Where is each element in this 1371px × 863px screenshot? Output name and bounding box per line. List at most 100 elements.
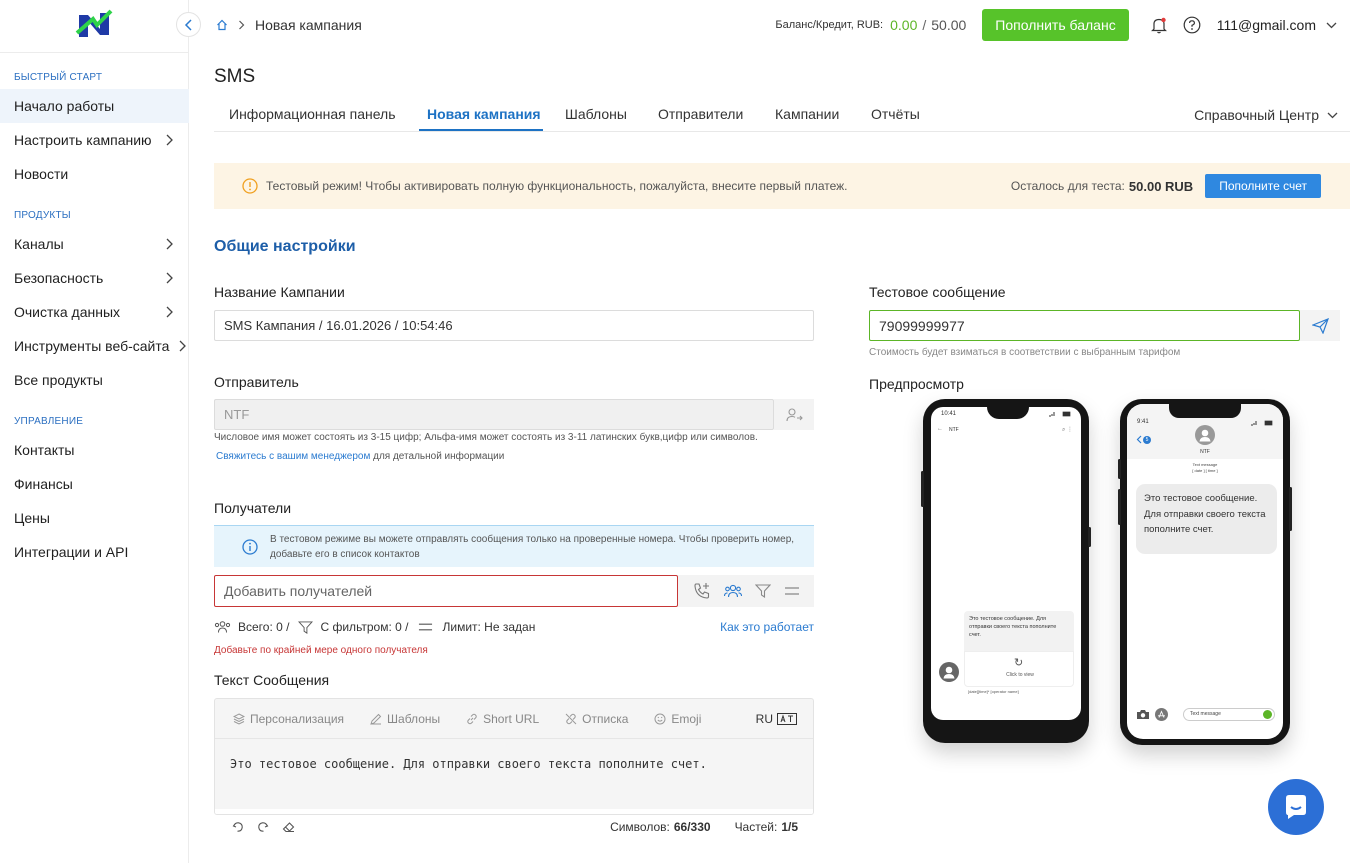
contacts-group-icon[interactable] (723, 583, 742, 599)
test-cost-hint: Стоимость будет взиматься в соответствии… (869, 347, 1181, 358)
sender-input[interactable]: NTF (214, 399, 774, 430)
recipients-input[interactable]: Добавить получателей (214, 575, 678, 607)
send-icon (1263, 710, 1272, 719)
short-url-button[interactable]: Short URL (466, 712, 539, 726)
sidebar-item-prices[interactable]: Цены (0, 501, 189, 535)
topup-account-button[interactable]: Пополните счет (1205, 174, 1321, 198)
bell-icon[interactable] (1150, 17, 1167, 34)
test-message-label: Тестовое сообщение (869, 284, 1006, 300)
avatar (1195, 425, 1215, 445)
balance-label: Баланс/Кредит, RUB: (775, 19, 884, 31)
status-icons (1049, 411, 1071, 417)
remaining-label: Осталось для теста: (1010, 179, 1125, 193)
avatar (939, 662, 959, 682)
android-bubble: Это тестовое сообщение. Для отправки сво… (964, 611, 1074, 655)
message-editor: Персонализация Шаблоны Short URL Отписка… (214, 698, 814, 815)
chevron-right-icon (165, 306, 173, 318)
chevron-down-icon (1326, 22, 1337, 28)
ios-back-button: 5 (1136, 435, 1151, 444)
sidebar-item-finance[interactable]: Финансы (0, 467, 189, 501)
message-textarea[interactable]: Это тестовое сообщение. Для отправки сво… (230, 757, 707, 771)
how-it-works-link[interactable]: Как это работает (720, 620, 814, 634)
section-manage: УПРАВЛЕНИЕ (14, 416, 84, 427)
remaining-amount: 50.00 RUB (1128, 178, 1194, 194)
section-products: ПРОДУКТЫ (14, 210, 71, 221)
translate-icon (777, 712, 797, 725)
chat-icon (1268, 779, 1324, 835)
phone-add-icon[interactable] (693, 582, 711, 600)
message-label: Текст Сообщения (214, 672, 330, 688)
logo-icon[interactable] (73, 5, 115, 43)
chevron-left-icon (184, 18, 192, 31)
sidebar-collapse-button[interactable] (176, 12, 201, 37)
active-tab-indicator (419, 129, 543, 131)
limit-icon[interactable] (784, 586, 800, 596)
redo-icon[interactable] (257, 821, 269, 833)
chevron-right-icon (165, 238, 173, 250)
appstore-icon (1155, 708, 1168, 721)
sidebar-item-channels[interactable]: Каналы (0, 227, 189, 261)
unsubscribe-button[interactable]: Отписка (565, 712, 628, 726)
sidebar-item-all-products[interactable]: Все продукты (0, 363, 189, 397)
sidebar: БЫСТРЫЙ СТАРТ Начало работы Настроить ка… (0, 0, 189, 863)
android-phone-preview: 10:41 ← NTF ⌕ ⋮ Это тестовое сообщение. … (921, 399, 1091, 743)
tab-reports[interactable]: Отчёты (871, 106, 920, 122)
sidebar-item-website-tools[interactable]: Инструменты веб-сайта (0, 329, 189, 363)
camera-icon (1136, 709, 1150, 720)
tab-templates[interactable]: Шаблоны (565, 106, 627, 122)
recipients-label: Получатели (214, 500, 292, 516)
tab-campaigns[interactable]: Кампании (775, 106, 839, 122)
chevron-right-icon (165, 272, 173, 284)
emoji-button[interactable]: Emoji (654, 712, 701, 726)
personalization-button[interactable]: Персонализация (233, 712, 344, 726)
test-mode-banner: Тестовый режим! Чтобы активировать полну… (214, 163, 1350, 209)
tabs-bar: Информационная панель Новая кампания Шаб… (214, 100, 1350, 132)
tab-senders[interactable]: Отправители (658, 106, 743, 122)
sender-hint: Числовое имя может состоять из 3-15 цифр… (214, 432, 758, 443)
campaign-name-label: Название Кампании (214, 284, 345, 300)
tab-new-campaign[interactable]: Новая кампания (427, 106, 541, 122)
sidebar-item-news[interactable]: Новости (0, 157, 189, 191)
send-test-button[interactable] (1300, 310, 1340, 341)
sidebar-item-security[interactable]: Безопасность (0, 261, 189, 295)
help-center-dropdown[interactable]: Справочный Центр (1194, 107, 1338, 123)
parts-value: 1/5 (781, 820, 798, 834)
filter-icon[interactable] (754, 584, 771, 598)
recipients-error: Добавьте по крайней мере одного получате… (214, 645, 428, 656)
android-click-to-view: Click to view (1006, 672, 1034, 678)
help-icon[interactable] (1183, 16, 1201, 34)
balance-value: 0.00 (890, 17, 918, 33)
sidebar-item-setup-campaign[interactable]: Настроить кампанию (0, 123, 189, 157)
sidebar-item-integrations[interactable]: Интеграции и API (0, 535, 189, 569)
campaign-name-input[interactable]: SMS Кампания / 16.01.2026 / 10:54:46 (214, 310, 814, 341)
users-icon (214, 621, 231, 633)
android-time: 10:41 (941, 411, 957, 417)
chat-widget-button[interactable] (1267, 778, 1325, 836)
unlink-icon (565, 713, 577, 724)
link-icon (467, 713, 477, 724)
topup-balance-button[interactable]: Пополнить баланс (982, 9, 1129, 41)
sidebar-item-data-cleaning[interactable]: Очистка данных (0, 295, 189, 329)
templates-button[interactable]: Шаблоны (370, 712, 440, 726)
section-quick-start: БЫСТРЫЙ СТАРТ (14, 72, 103, 83)
user-menu[interactable]: 111@gmail.com (1217, 17, 1337, 33)
home-icon[interactable] (216, 19, 228, 31)
limit-icon (419, 623, 433, 631)
ios-meta-1: Text message (1192, 462, 1218, 467)
eraser-icon[interactable] (282, 821, 295, 833)
android-meta: [date][time]* [operator name] (968, 689, 1019, 694)
sender-label: Отправитель (214, 374, 299, 390)
language-toggle[interactable]: RU (756, 712, 797, 726)
chevron-right-icon (238, 20, 245, 30)
breadcrumb: Новая кампания (216, 17, 362, 33)
sidebar-item-contacts[interactable]: Контакты (0, 433, 189, 467)
tab-dashboard[interactable]: Информационная панель (229, 106, 396, 122)
test-phone-input[interactable]: 79099999977 (869, 310, 1300, 341)
ios-message-input: Text message (1183, 708, 1275, 721)
sidebar-item-getting-started[interactable]: Начало работы (0, 89, 189, 123)
contact-manager-link[interactable]: Свяжитесь с вашим менеджером (216, 451, 370, 462)
undo-icon[interactable] (232, 821, 244, 833)
ios-time: 9:41 (1137, 419, 1149, 425)
contact-manager-tail: для детальной информации (373, 451, 505, 462)
sender-request-button[interactable] (774, 399, 814, 430)
